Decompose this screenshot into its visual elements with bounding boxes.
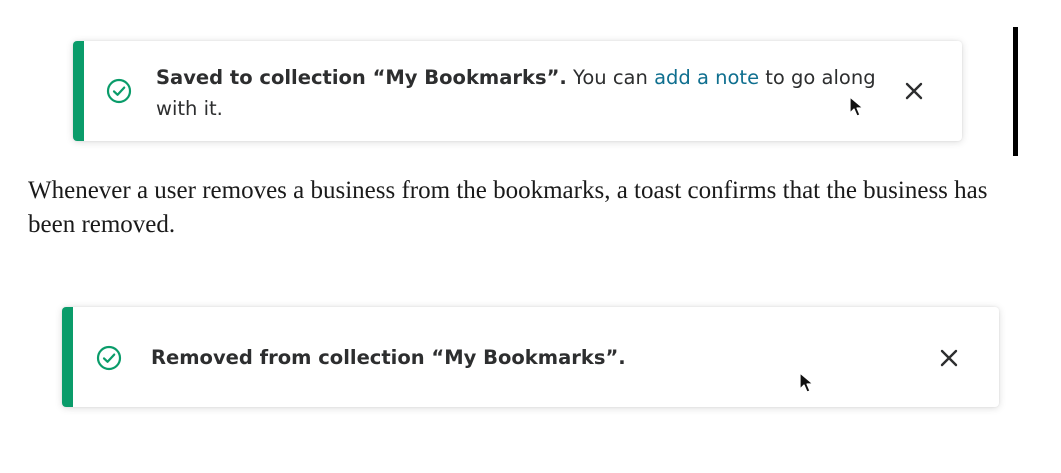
toast-accent-bar [73, 41, 84, 141]
toast-accent-bar [62, 307, 73, 407]
toast-message: Removed from collection “My Bookmarks”. [151, 342, 851, 373]
toast-message: Saved to collection “My Bookmarks”. You … [156, 62, 876, 124]
toast-title: Removed from collection “My Bookmarks”. [151, 346, 626, 369]
toast-text-before-link: You can [566, 66, 655, 89]
add-note-link[interactable]: add a note [654, 66, 759, 89]
vertical-divider [1013, 27, 1018, 156]
removed-toast: Removed from collection “My Bookmarks”. [62, 307, 999, 407]
toast-title: Saved to collection “My Bookmarks”. [156, 66, 567, 89]
mouse-cursor-icon [799, 372, 814, 393]
mouse-cursor-icon [849, 96, 864, 117]
close-icon[interactable] [937, 346, 961, 370]
close-icon[interactable] [902, 79, 926, 103]
saved-toast: Saved to collection “My Bookmarks”. You … [73, 41, 962, 141]
check-circle-icon [106, 78, 132, 104]
description-text: Whenever a user removes a business from … [28, 177, 988, 238]
check-circle-icon [96, 345, 122, 371]
